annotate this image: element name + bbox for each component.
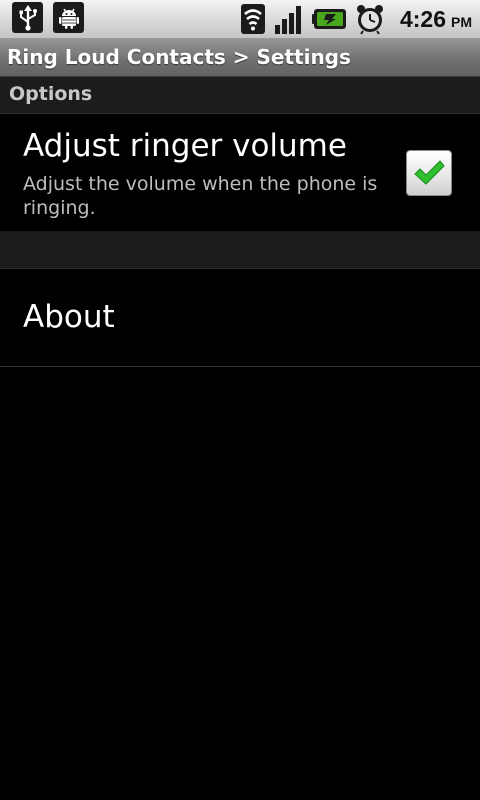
usb-icon <box>12 2 43 33</box>
empty-category-header <box>0 231 480 269</box>
system-status-area: 4:26 PM <box>240 0 472 38</box>
alarm-clock-icon <box>354 3 386 35</box>
adjust-ringer-volume-preference[interactable]: Adjust ringer volume Adjust the volume w… <box>0 114 480 230</box>
title-bar: Ring Loud Contacts > Settings <box>0 39 480 77</box>
notification-area[interactable] <box>12 2 84 33</box>
status-bar[interactable]: 4:26 PM <box>0 0 480 39</box>
checkmark-icon <box>414 160 445 185</box>
page-title: Ring Loud Contacts > Settings <box>7 45 351 69</box>
adjust-ringer-volume-checkbox[interactable] <box>406 150 452 196</box>
options-category-header: Options <box>0 77 480 114</box>
battery-charging-icon <box>311 7 348 31</box>
clock: 4:26 PM <box>400 6 472 33</box>
clock-time: 4:26 <box>399 5 446 32</box>
wifi-icon <box>240 3 266 35</box>
signal-icon <box>274 3 306 35</box>
about-title: About <box>23 299 115 335</box>
adjust-ringer-volume-summary: Adjust the volume when the phone is ring… <box>23 173 378 219</box>
clock-ampm: PM <box>451 13 472 30</box>
about-preference[interactable]: About <box>0 269 480 367</box>
adjust-ringer-volume-title: Adjust ringer volume <box>23 128 347 164</box>
android-debug-icon <box>53 2 84 33</box>
options-category-label: Options <box>9 83 93 105</box>
